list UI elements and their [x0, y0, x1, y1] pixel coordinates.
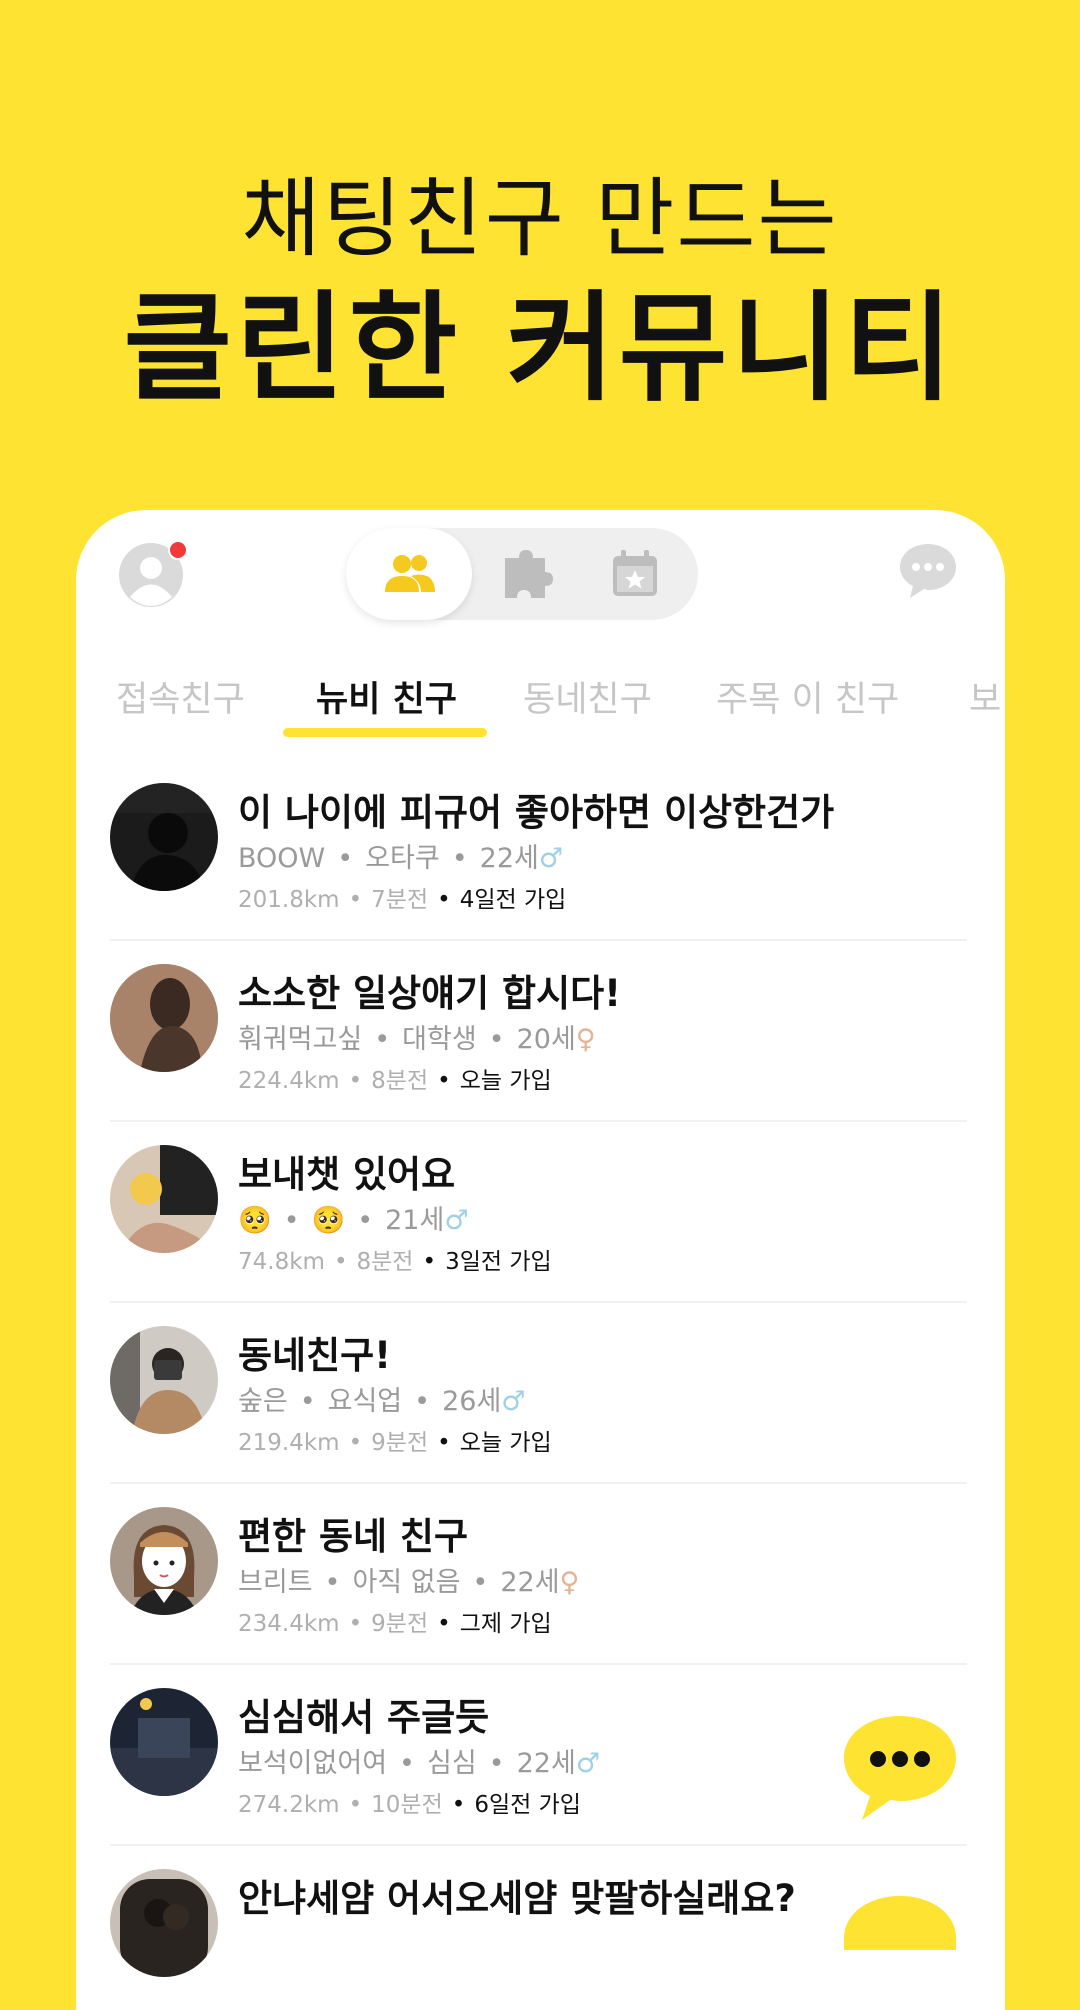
join-date: 6일전 가입 [474, 1792, 581, 1818]
job: 🥺 [311, 1205, 346, 1236]
friends-mode-button[interactable] [346, 528, 472, 620]
tab-online-friends[interactable]: 접속친구 [116, 670, 245, 730]
avatar [110, 1145, 218, 1253]
gender-icon: ♂ [444, 1205, 469, 1236]
mode-switcher [346, 528, 698, 620]
join-date: 그제 가입 [459, 1611, 552, 1637]
post-title: 이 나이에 피규어 좋아하면 이상한건가 [238, 791, 835, 834]
secondary-floating-button[interactable] [840, 1890, 960, 1950]
age: 26세 [442, 1386, 502, 1417]
job: 대학생 [402, 1024, 477, 1055]
join-date: 4일전 가입 [459, 887, 567, 913]
puzzle-icon [505, 550, 553, 598]
distance: 274.2km [238, 1792, 340, 1818]
list-item[interactable]: 동네친구! 숲은 • 요식업 • 26세♂ 219.4km • 9분전 • 오늘 가입 [76, 1303, 1005, 1484]
gender-icon: ♀ [559, 1567, 580, 1598]
more-chat-icon [844, 1716, 956, 1820]
avatar [110, 1869, 218, 1977]
top-bar [76, 510, 1005, 650]
gender-icon: ♂ [538, 843, 564, 874]
nickname: 보석이없어여 [238, 1748, 388, 1779]
list-item[interactable]: 이 나이에 피규어 좋아하면 이상한건가 BOOW • 오타쿠 • 22세♂ 201.8… [76, 760, 1005, 941]
post-time: 9분전 [371, 1611, 429, 1637]
distance: 234.4km [238, 1611, 340, 1637]
avatar [110, 1326, 218, 1434]
post-info: 234.4km • 9분전 • 그제 가입 [238, 1611, 552, 1637]
nickname: 🥺 [238, 1205, 272, 1236]
post-meta: 숲은 • 요식업 • 26세♂ [238, 1386, 526, 1417]
post-info: 274.2km • 10분전 • 6일전 가입 [238, 1792, 581, 1818]
post-meta: 🥺 • 🥺 • 21세♂ [238, 1205, 469, 1236]
write-post-button[interactable] [840, 1712, 960, 1824]
post-time: 8분전 [356, 1249, 414, 1275]
post-title: 보내챗 있어요 [238, 1153, 456, 1196]
post-meta: 브리트 • 아직 없음 • 22세♀ [238, 1567, 580, 1598]
post-info: 201.8km • 7분전 • 4일전 가입 [238, 887, 567, 913]
join-date: 3일전 가입 [445, 1249, 552, 1275]
list-item[interactable]: 편한 동네 친구 브리트 • 아직 없음 • 22세♀ 234.4km • 9분전 • 그제 가… [76, 1484, 1005, 1665]
avatar [110, 964, 218, 1072]
avatar [110, 783, 218, 891]
chat-bubble-icon [900, 544, 956, 598]
friends-icon [385, 555, 435, 592]
more-chat-icon [844, 1896, 956, 1950]
list-item[interactable]: 보내챗 있어요 🥺 • 🥺 • 21세♂ 74.8km • 8분전 • 3일전 가입 [76, 1122, 1005, 1303]
calendar-mode-button[interactable] [572, 528, 698, 620]
age: 22세 [479, 843, 539, 874]
calendar-star-icon [613, 550, 657, 596]
post-info: 219.4km • 9분전 • 오늘 가입 [238, 1430, 552, 1456]
distance: 219.4km [238, 1430, 340, 1456]
age: 22세 [516, 1748, 576, 1779]
post-info: 74.8km • 8분전 • 3일전 가입 [238, 1249, 552, 1275]
tab-neighborhood-friends[interactable]: 동네친구 [523, 670, 652, 730]
hero-title: 클린한 커뮤니티 [123, 279, 957, 417]
avatar [110, 1688, 218, 1796]
list-item[interactable]: 소소한 일상얘기 합시다! 훠궈먹고싶 • 대학생 • 20세♀ 224.4km • 8분전… [76, 941, 1005, 1122]
post-title: 심심해서 주글듯 [238, 1696, 490, 1739]
post-info: 224.4km • 8분전 • 오늘 가입 [238, 1068, 552, 1094]
gender-icon: ♂ [501, 1386, 526, 1417]
notification-dot [168, 540, 188, 560]
distance: 224.4km [238, 1068, 340, 1094]
nickname: BOOW [238, 843, 326, 874]
age: 20세 [516, 1024, 576, 1055]
post-time: 7분전 [371, 887, 429, 913]
tab-more[interactable]: 보 [969, 670, 1001, 730]
avatar [110, 1507, 218, 1615]
join-date: 오늘 가입 [459, 1430, 552, 1456]
post-meta: BOOW • 오타쿠 • 22세♂ [238, 843, 564, 874]
job: 오타쿠 [365, 843, 440, 874]
post-time: 10분전 [371, 1792, 443, 1818]
job: 요식업 [327, 1386, 403, 1417]
chat-button[interactable] [896, 538, 960, 602]
nickname: 훠궈먹고싶 [238, 1024, 363, 1055]
active-tab-indicator [283, 728, 487, 737]
nickname: 브리트 [238, 1567, 313, 1598]
job: 심심 [426, 1748, 477, 1779]
post-meta: 보석이없어여 • 심심 • 22세♂ [238, 1748, 601, 1779]
join-date: 오늘 가입 [459, 1068, 552, 1094]
category-tabs: 접속친구 뉴비 친구 동네친구 주목 이 친구 보 [76, 670, 1005, 750]
gender-icon: ♂ [575, 1748, 601, 1779]
age: 21세 [385, 1205, 445, 1236]
post-title: 동네친구! [238, 1334, 392, 1377]
job: 아직 없음 [352, 1567, 461, 1598]
tab-newbie-friends[interactable]: 뉴비 친구 [316, 670, 457, 730]
distance: 74.8km [238, 1249, 325, 1275]
age: 22세 [500, 1567, 560, 1598]
post-title: 소소한 일상얘기 합시다! [238, 972, 622, 1015]
nickname: 숲은 [238, 1386, 288, 1417]
gender-icon: ♀ [575, 1024, 596, 1055]
post-title: 편한 동네 친구 [238, 1515, 469, 1558]
puzzle-mode-button[interactable] [462, 528, 588, 620]
post-time: 8분전 [371, 1068, 429, 1094]
tab-featured-friends[interactable]: 주목 이 친구 [716, 670, 899, 730]
post-time: 9분전 [371, 1430, 429, 1456]
post-meta: 훠궈먹고싶 • 대학생 • 20세♀ [238, 1024, 596, 1055]
post-title: 안냐세얌 어서오세얌 맞팔하실래요? [238, 1877, 796, 1920]
distance: 201.8km [238, 887, 340, 913]
